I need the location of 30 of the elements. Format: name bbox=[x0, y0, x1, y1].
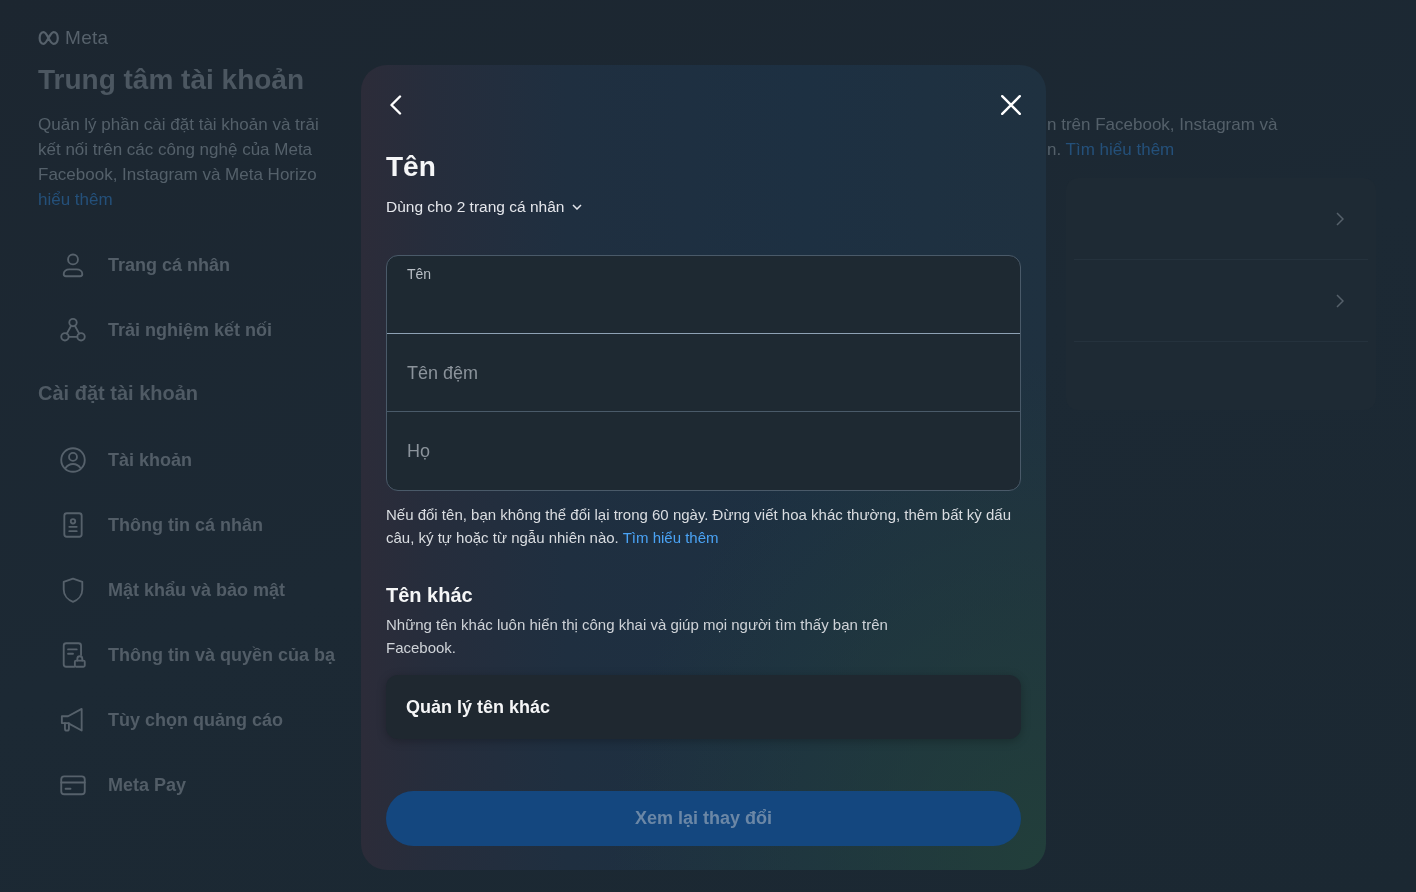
section-heading: Tên khác bbox=[386, 583, 474, 608]
credit-card-icon bbox=[60, 772, 86, 798]
document-lock-icon bbox=[60, 642, 86, 668]
logo-text: Meta bbox=[65, 30, 109, 46]
account-circle-icon bbox=[60, 447, 86, 473]
page-description: Quản lý phần cài đặt tài khoản và trải kết nối trên các công nghệ của Meta Facebook, Instagram và Meta Horizo hiểu thêm bbox=[38, 113, 319, 211]
text-field[interactable]: Tên đệm bbox=[387, 334, 1020, 412]
chevron-right-icon bbox=[1336, 293, 1344, 308]
learn-more-link[interactable]: Tìm hiểu thêm bbox=[622, 529, 719, 546]
close-button[interactable] bbox=[1001, 95, 1021, 115]
learn-more-link[interactable]: Tìm hiểu thêm bbox=[1065, 139, 1175, 159]
connected-nodes-icon bbox=[60, 317, 86, 343]
caret-icon bbox=[572, 204, 583, 210]
person-icon bbox=[60, 252, 86, 278]
profiles-dropdown[interactable]: Dùng cho 2 trang cá nhân bbox=[386, 197, 583, 217]
megaphone-icon bbox=[60, 707, 86, 733]
text-field[interactable]: Tên bbox=[387, 256, 1020, 334]
shield-icon bbox=[60, 577, 86, 603]
id-badge-icon bbox=[60, 512, 86, 538]
logo-icon bbox=[38, 31, 60, 45]
close-icon bbox=[1001, 95, 1021, 115]
chevron-left-icon bbox=[389, 95, 402, 115]
section-description: Những tên khác luôn hiển thị công khai và giúp mọi người tìm thấy bạn trên Facebook. bbox=[386, 615, 889, 658]
text-field[interactable]: Họ bbox=[387, 412, 1020, 490]
manage-names-button[interactable]: Quản lý tên khác bbox=[386, 675, 1021, 739]
main-description: n trên Facebook, Instagram và n. Tìm hiểu thêm bbox=[1047, 113, 1278, 161]
dialog-title: Tên bbox=[386, 150, 437, 184]
learn-more-link[interactable]: hiểu thêm bbox=[38, 189, 113, 209]
chevron-right-icon bbox=[1336, 211, 1344, 226]
notice-text: Nếu đổi tên, bạn không thể đổi lại trong 60 ngày. Đừng viết hoa khác thường, thêm bất kỳ dấu câu, ký tự hoặc từ ngẫu nhiên nào. Tìm hiểu thêm bbox=[386, 505, 1013, 548]
